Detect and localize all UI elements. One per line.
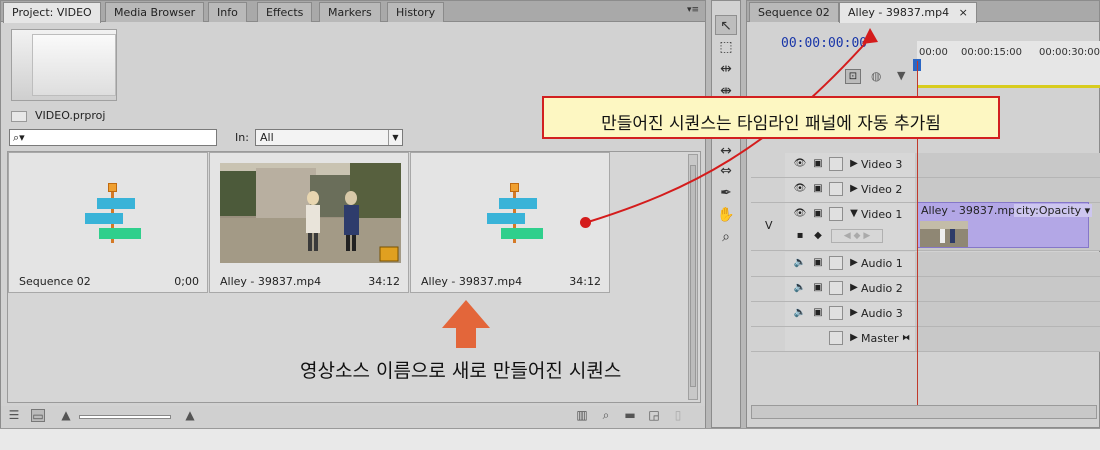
annotation-dot (580, 217, 591, 228)
annotation-caption: 영상소스 이름으로 새로 만들어진 시퀀스 (300, 360, 622, 382)
up-arrow-icon (442, 300, 490, 348)
callout-text: 만들어진 시퀀스는 타임라인 패널에 자동 추가됨 (601, 114, 941, 134)
annotation-callout: 만들어진 시퀀스는 타임라인 패널에 자동 추가됨 (542, 96, 1000, 139)
annotation-arrowhead (862, 28, 878, 44)
